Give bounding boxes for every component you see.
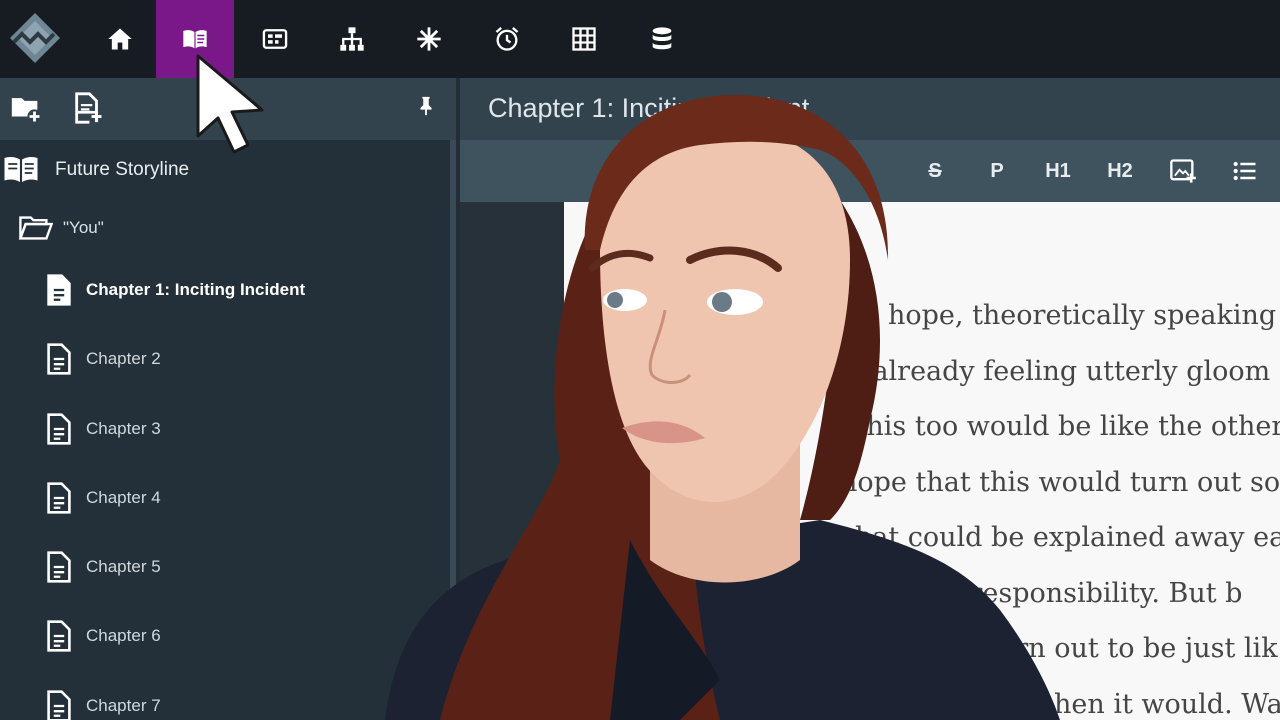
tree-document-item[interactable]: Chapter 1: Inciting Incident — [0, 268, 450, 312]
app-logo-icon[interactable] — [8, 11, 62, 65]
document-text-line[interactable]: urn out to be just lik — [998, 633, 1278, 664]
document-text-line[interactable]: else’s responsibility. But b — [884, 578, 1242, 609]
nav-home-button[interactable] — [81, 0, 159, 78]
paragraph-button[interactable]: P — [980, 155, 1014, 187]
document-icon — [44, 341, 74, 377]
bullet-list-icon — [1233, 161, 1256, 181]
document-text-line[interactable]: hope, theoretically speaking — [888, 300, 1276, 331]
nav-manuscript-button[interactable] — [156, 0, 234, 78]
hierarchy-icon — [340, 27, 364, 51]
project-sidebar: Future Storyline "You" Chapter 1: Inciti… — [0, 78, 456, 720]
insert-image-button[interactable] — [1166, 155, 1200, 187]
document-icon — [44, 618, 74, 654]
insert-image-icon — [1170, 159, 1196, 183]
tree-folder-label: "You" — [63, 218, 104, 237]
document-title[interactable]: Chapter 1: Inciting Incident — [488, 93, 809, 124]
grid-icon — [572, 27, 596, 51]
document-text-line[interactable]: that could be explained away eas — [844, 522, 1280, 553]
add-folder-button[interactable] — [6, 88, 46, 128]
document-text-line[interactable]: hope that this would turn out some — [840, 467, 1280, 498]
timeline-icon — [262, 29, 288, 49]
tree-root-label: Future Storyline — [55, 159, 190, 180]
tree-document-item[interactable]: Chapter 3 — [0, 407, 450, 451]
document-icon — [44, 411, 74, 447]
top-navigation-bar — [0, 0, 1280, 78]
add-document-button[interactable] — [68, 88, 108, 128]
asterisk-icon — [417, 27, 441, 51]
tree-root-project[interactable]: Future Storyline — [0, 148, 450, 192]
tree-document-label: Chapter 1: Inciting Incident — [86, 280, 306, 299]
book-open-icon — [183, 30, 207, 49]
strikethrough-button[interactable]: S — [918, 155, 952, 187]
nav-database-button[interactable] — [623, 0, 701, 78]
new-folder-icon — [11, 98, 42, 124]
tree-document-item[interactable]: Chapter 7 — [0, 684, 450, 720]
tree-document-item[interactable]: Chapter 6 — [0, 614, 450, 658]
tree-document-label: Chapter 2 — [86, 349, 161, 368]
heading-2-button[interactable]: H2 — [1100, 155, 1140, 187]
tree-document-label: Chapter 7 — [86, 696, 161, 715]
document-text-line[interactable]: s already feeling utterly gloom — [850, 356, 1270, 387]
tree-document-label: Chapter 6 — [86, 626, 161, 645]
home-icon — [108, 28, 132, 50]
tree-document-item[interactable]: Chapter 4 — [0, 476, 450, 520]
tree-folder[interactable]: "You" — [0, 208, 450, 248]
document-text-line[interactable]: at this too would be like the others — [820, 411, 1280, 442]
editor-header: Chapter 1: Inciting Incident — [460, 78, 1280, 140]
nav-asterisk-button[interactable] — [390, 0, 468, 78]
tree-document-label: Chapter 3 — [86, 419, 161, 438]
tree-document-label: Chapter 5 — [86, 557, 161, 576]
pin-sidebar-button[interactable] — [410, 90, 442, 122]
document-icon — [44, 549, 74, 585]
bullet-list-button[interactable] — [1228, 155, 1262, 187]
heading-1-button[interactable]: H1 — [1038, 155, 1078, 187]
document-text-line[interactable]: hen it would. Wal — [1054, 689, 1280, 720]
document-page[interactable]: hope, theoretically speaking s already fe… — [564, 202, 1280, 720]
tree-document-label: Chapter 4 — [86, 488, 161, 507]
alarm-clock-icon — [495, 27, 519, 51]
new-document-icon — [75, 92, 102, 124]
document-icon — [44, 480, 74, 516]
nav-alarm-button[interactable] — [468, 0, 546, 78]
database-icon — [652, 27, 672, 50]
format-toolbar: S P H1 H2 — [460, 140, 1280, 202]
sidebar-toolbar — [0, 78, 456, 140]
tree-document-item[interactable]: Chapter 2 — [0, 337, 450, 381]
nav-hierarchy-button[interactable] — [313, 0, 391, 78]
sidebar-scrollbar[interactable] — [450, 140, 456, 720]
document-icon — [44, 688, 74, 720]
book-open-icon — [2, 151, 40, 189]
nav-timeline-button[interactable] — [236, 0, 314, 78]
nav-grid-button[interactable] — [545, 0, 623, 78]
pin-icon — [420, 96, 432, 116]
document-icon — [44, 272, 74, 308]
folder-open-icon — [18, 210, 54, 246]
tree-document-item[interactable]: Chapter 5 — [0, 545, 450, 589]
